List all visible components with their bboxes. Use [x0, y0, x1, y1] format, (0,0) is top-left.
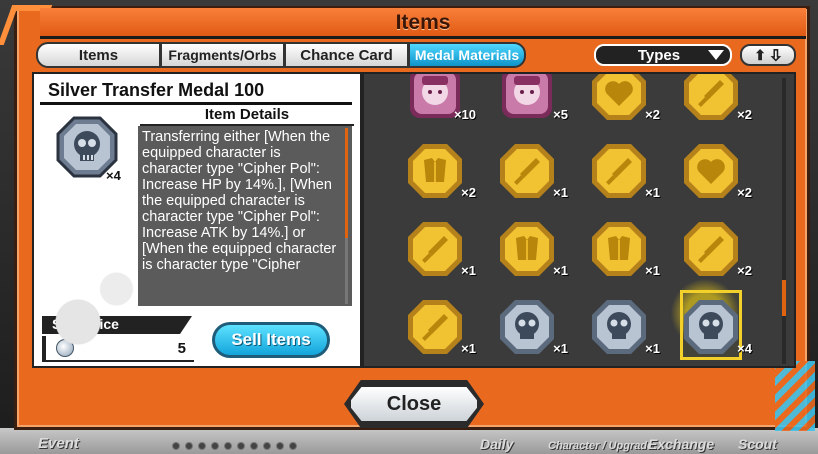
- item-name: Silver Transfer Medal 100: [48, 80, 265, 100]
- bg-nav-scout: Scout: [738, 436, 777, 452]
- skull-icon: [684, 300, 738, 354]
- grid-scrollbar[interactable]: [782, 78, 786, 364]
- bg-nav-character-upgrade: Character / Upgrade: [548, 440, 654, 452]
- armor-icon: [592, 222, 646, 276]
- medal-cell[interactable]: ×2: [588, 74, 660, 122]
- medal-cell[interactable]: ×2: [680, 218, 752, 278]
- coin-icon: [56, 339, 74, 357]
- type-filter-label: Types: [637, 46, 681, 64]
- medal-count: ×1: [553, 263, 568, 278]
- tab-items[interactable]: Items: [36, 42, 160, 68]
- dialog-title: Items: [395, 11, 451, 34]
- sword-icon: [684, 74, 738, 120]
- medal-count: ×4: [737, 341, 752, 356]
- arrow-up-icon: ⬆: [754, 46, 766, 63]
- arrow-down-icon: ⬇: [770, 46, 783, 63]
- medal-count: ×2: [461, 185, 476, 200]
- medal-cell[interactable]: ×4: [680, 296, 752, 356]
- bg-nav-daily: Daily: [480, 436, 514, 452]
- medal-cell[interactable]: ×2: [680, 140, 752, 200]
- item-details-text: Transferring either [When the equipped c…: [142, 129, 337, 273]
- medal-cell[interactable]: ×5: [496, 74, 568, 122]
- medal-cell[interactable]: ×1: [496, 140, 568, 200]
- medal-cell[interactable]: ×1: [496, 218, 568, 278]
- frame-stripe-decoration: [775, 361, 815, 431]
- medal-cell[interactable]: ×1: [588, 296, 660, 356]
- item-name-underline: [40, 102, 352, 105]
- heart-icon: [592, 74, 646, 120]
- sale-price-label: Sale Price: [42, 316, 192, 334]
- medal-count: ×2: [737, 263, 752, 278]
- medal-count: ×5: [553, 107, 568, 122]
- medal-cell[interactable]: ×1: [588, 140, 660, 200]
- selected-item-quantity: ×4: [106, 168, 121, 183]
- item-detail-panel: Silver Transfer Medal 100 ×4 Item Detail…: [32, 72, 362, 368]
- medal-cell[interactable]: ×1: [404, 218, 476, 278]
- medal-grid-panel: ×10 ×5 ×2 ×2 ×2 ×1 ×1 ×2 ×1 ×1 ×1 ×2 ×1 ×1 ×1 ×4: [362, 72, 796, 368]
- armor-icon: [408, 144, 462, 198]
- item-details-header: Item Details: [140, 106, 354, 126]
- sword-icon: [684, 222, 738, 276]
- tab-chance-card[interactable]: Chance Card: [284, 42, 408, 68]
- medal-cell[interactable]: ×1: [404, 296, 476, 356]
- bg-nav-exchange: Exchange: [648, 436, 715, 452]
- sale-price-value: 5: [177, 340, 186, 357]
- type-filter-dropdown[interactable]: Types: [594, 44, 732, 66]
- item-details-text-box[interactable]: Transferring either [When the equipped c…: [138, 126, 352, 306]
- sword-icon: [408, 222, 462, 276]
- sword-icon: [500, 144, 554, 198]
- medal-cell[interactable]: ×10: [404, 74, 476, 122]
- medal-count: ×1: [645, 185, 660, 200]
- sword-icon: [592, 144, 646, 198]
- tab-medal-materials[interactable]: Medal Materials: [408, 42, 526, 68]
- medal-count: ×2: [645, 107, 660, 122]
- character-portrait-icon: [502, 74, 552, 118]
- close-button[interactable]: Close: [348, 384, 480, 424]
- medal-cell[interactable]: ×2: [680, 74, 752, 122]
- medal-count: ×1: [461, 341, 476, 356]
- skull-icon: [500, 300, 554, 354]
- armor-icon: [500, 222, 554, 276]
- sale-price-row: 5: [42, 336, 194, 362]
- title-divider: [40, 36, 806, 39]
- medal-count: ×10: [453, 107, 476, 122]
- medal-count: ×1: [553, 185, 568, 200]
- medal-count: ×1: [553, 341, 568, 356]
- medal-cell[interactable]: ×1: [588, 218, 660, 278]
- chevron-down-icon: [708, 50, 724, 60]
- skull-icon: [592, 300, 646, 354]
- medal-count: ×1: [461, 263, 476, 278]
- medal-count: ×2: [737, 185, 752, 200]
- title-bar: Items: [40, 8, 806, 38]
- heart-icon: [684, 144, 738, 198]
- medal-count: ×2: [737, 107, 752, 122]
- tab-bar: Items Fragments/Orbs Chance Card Medal M…: [36, 42, 526, 68]
- sort-order-button[interactable]: ⬆ ⬇: [740, 44, 796, 66]
- sword-icon: [408, 300, 462, 354]
- bg-nav-event: Event: [38, 435, 79, 452]
- tab-fragments-orbs[interactable]: Fragments/Orbs: [160, 42, 284, 68]
- page-dots: [172, 442, 297, 450]
- details-scrollbar[interactable]: [345, 128, 348, 304]
- medal-cell[interactable]: ×1: [496, 296, 568, 356]
- medal-cell[interactable]: ×2: [404, 140, 476, 200]
- medal-count: ×1: [645, 263, 660, 278]
- sell-items-button[interactable]: Sell Items: [212, 322, 330, 358]
- medal-count: ×1: [645, 341, 660, 356]
